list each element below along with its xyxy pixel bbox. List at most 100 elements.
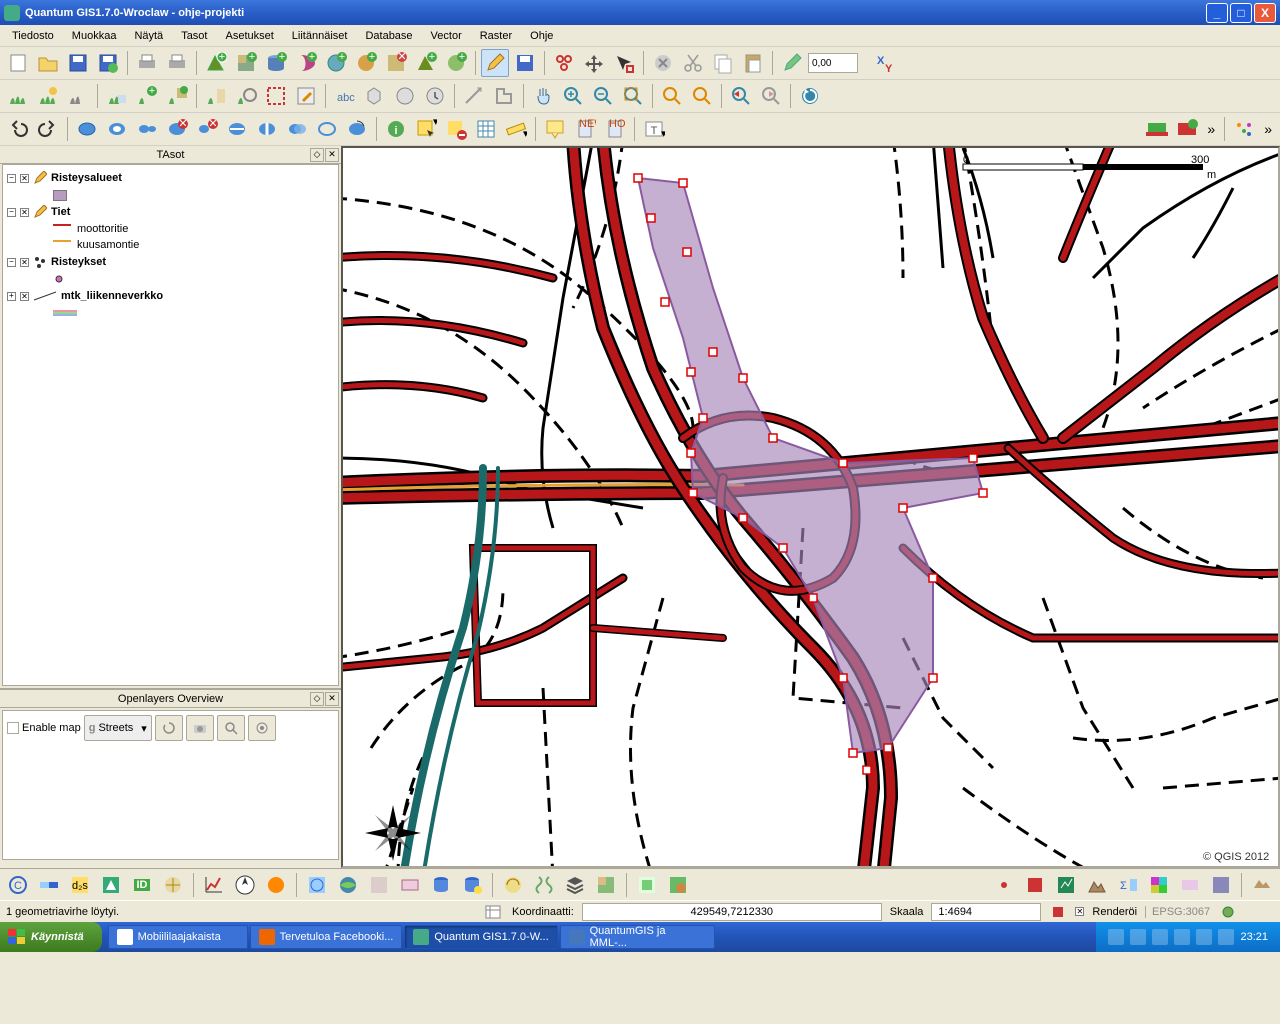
taskbar-item-2[interactable]: Tervetuloa Facebooki... [250, 925, 403, 949]
delete-ring-button[interactable]: ✕ [163, 115, 191, 143]
expand-icon[interactable]: − [7, 258, 16, 267]
plugin-r7[interactable] [1176, 871, 1204, 899]
plugin-r6[interactable] [1145, 871, 1173, 899]
menu-ohje[interactable]: Ohje [522, 28, 561, 44]
label-settings-button[interactable] [361, 82, 389, 110]
plugin-postgis[interactable] [427, 871, 455, 899]
toggle-editing-button[interactable] [481, 49, 509, 77]
panel-detach-button[interactable]: ◇ [310, 692, 324, 706]
tray-icon[interactable] [1218, 929, 1234, 945]
new-shapefile-button[interactable]: + [442, 49, 470, 77]
ol-camera-button[interactable] [186, 715, 214, 741]
plugin-graph[interactable] [200, 871, 228, 899]
text-annotation-button[interactable]: T▾ [640, 115, 668, 143]
start-button[interactable]: Käynnistä [0, 922, 102, 952]
save-project-button[interactable] [64, 49, 92, 77]
plugin-openlayers[interactable] [334, 871, 362, 899]
plugin-gps[interactable] [159, 871, 187, 899]
menu-vector[interactable]: Vector [423, 28, 470, 44]
menu-database[interactable]: Database [357, 28, 420, 44]
taskbar-item-4[interactable]: QuantumGIS ja MML-... [560, 925, 715, 949]
layer-checkbox[interactable]: ✕ [20, 208, 29, 217]
plugin-coords[interactable] [262, 871, 290, 899]
copy-button[interactable] [709, 49, 737, 77]
map-tips-button[interactable] [541, 115, 569, 143]
panel-detach-button[interactable]: ◇ [310, 148, 324, 162]
zoom-next-button[interactable] [757, 82, 785, 110]
plugin-r9[interactable] [1248, 871, 1276, 899]
map-canvas[interactable]: 0 300 m © QGIS 2012 [341, 146, 1280, 868]
merge-attrs-button[interactable] [313, 115, 341, 143]
ol-zoom-button[interactable] [217, 715, 245, 741]
zoom-selection-button[interactable] [658, 82, 686, 110]
save-as-button[interactable] [94, 49, 122, 77]
grass-region-button[interactable] [262, 82, 290, 110]
plugin-region[interactable] [633, 871, 661, 899]
diagram-button[interactable] [391, 82, 419, 110]
add-part-button[interactable] [133, 115, 161, 143]
menu-muokkaa[interactable]: Muokkaa [64, 28, 125, 44]
layer-tiet[interactable]: − ✕ Tiet [3, 203, 338, 221]
menu-tiedosto[interactable]: Tiedosto [4, 28, 62, 44]
add-postgis-button[interactable]: + [262, 49, 290, 77]
manage-actions-button[interactable] [778, 49, 806, 77]
delete-part-button[interactable]: ✕ [193, 115, 221, 143]
plugin-r5[interactable]: Σ [1114, 871, 1142, 899]
zoom-layer-button[interactable] [688, 82, 716, 110]
map-type-select[interactable]: gStreets▾ [84, 715, 152, 741]
add-wfs-button[interactable]: + [352, 49, 380, 77]
refresh-button[interactable] [796, 82, 824, 110]
grass-tools-1[interactable] [4, 82, 32, 110]
coord-field[interactable]: 429549,7212330 [582, 903, 882, 921]
grass-tools-2[interactable] [34, 82, 62, 110]
panel-close-button[interactable]: ✕ [325, 692, 339, 706]
plugin-r4[interactable] [1083, 871, 1111, 899]
plugin-tools-a[interactable] [365, 871, 393, 899]
split-button[interactable] [253, 115, 281, 143]
plugin-raster[interactable] [592, 871, 620, 899]
clock[interactable]: 23:21 [1240, 931, 1268, 943]
add-raster-button[interactable]: + [232, 49, 260, 77]
simplify-button[interactable] [73, 115, 101, 143]
render-checkbox[interactable]: ✕ [1075, 907, 1084, 916]
merge-button[interactable] [283, 115, 311, 143]
tray-icon[interactable] [1174, 929, 1190, 945]
select-button[interactable]: ▾ [412, 115, 440, 143]
measure-button[interactable]: ▾ [502, 115, 530, 143]
bookmark-home-button[interactable]: HOME [601, 115, 629, 143]
plugin-r8[interactable] [1207, 871, 1235, 899]
toolbar-overflow2-icon[interactable]: » [1260, 121, 1276, 137]
plugin-r1[interactable] [990, 871, 1018, 899]
zoom-out-button[interactable] [589, 82, 617, 110]
expand-icon[interactable]: − [7, 174, 16, 183]
grass-add-raster[interactable] [163, 82, 191, 110]
layer-mtk[interactable]: + ✕ mtk_liikenneverkko [3, 287, 338, 305]
plugin-tools-b[interactable] [396, 871, 424, 899]
grass-new-mapset[interactable] [103, 82, 131, 110]
save-edits-button[interactable] [511, 49, 539, 77]
plugin-sql[interactable] [458, 871, 486, 899]
python-console-button[interactable] [1230, 115, 1258, 143]
redo-button[interactable] [34, 115, 62, 143]
scale-field[interactable]: 1:4694 [931, 903, 1041, 921]
measure-area-button[interactable] [490, 82, 518, 110]
zoom-in-button[interactable] [559, 82, 587, 110]
plugin-delimited[interactable]: d₂s [66, 871, 94, 899]
layer-checkbox[interactable]: ✕ [20, 292, 29, 301]
print-composer-button[interactable] [133, 49, 161, 77]
taskbar-item-3[interactable]: Quantum GIS1.7.0-W... [404, 925, 557, 949]
menu-nayta[interactable]: Näytä [126, 28, 171, 44]
cut-button[interactable] [679, 49, 707, 77]
ol-target-button[interactable] [248, 715, 276, 741]
grass-tools-3[interactable] [64, 82, 92, 110]
grass-edit-region[interactable] [292, 82, 320, 110]
plugin-scalebar[interactable] [35, 871, 63, 899]
pan-button[interactable] [529, 82, 557, 110]
annotation-button[interactable] [421, 82, 449, 110]
layers-tree[interactable]: − ✕ Risteysalueet − ✕ Tiet moottoritie k… [2, 164, 339, 686]
composer-manager-button[interactable] [163, 49, 191, 77]
layer-risteysalueet[interactable]: − ✕ Risteysalueet [3, 169, 338, 187]
label-tool-button[interactable]: abc [331, 82, 359, 110]
delete-selected-button[interactable] [649, 49, 677, 77]
plugin-r3[interactable] [1052, 871, 1080, 899]
